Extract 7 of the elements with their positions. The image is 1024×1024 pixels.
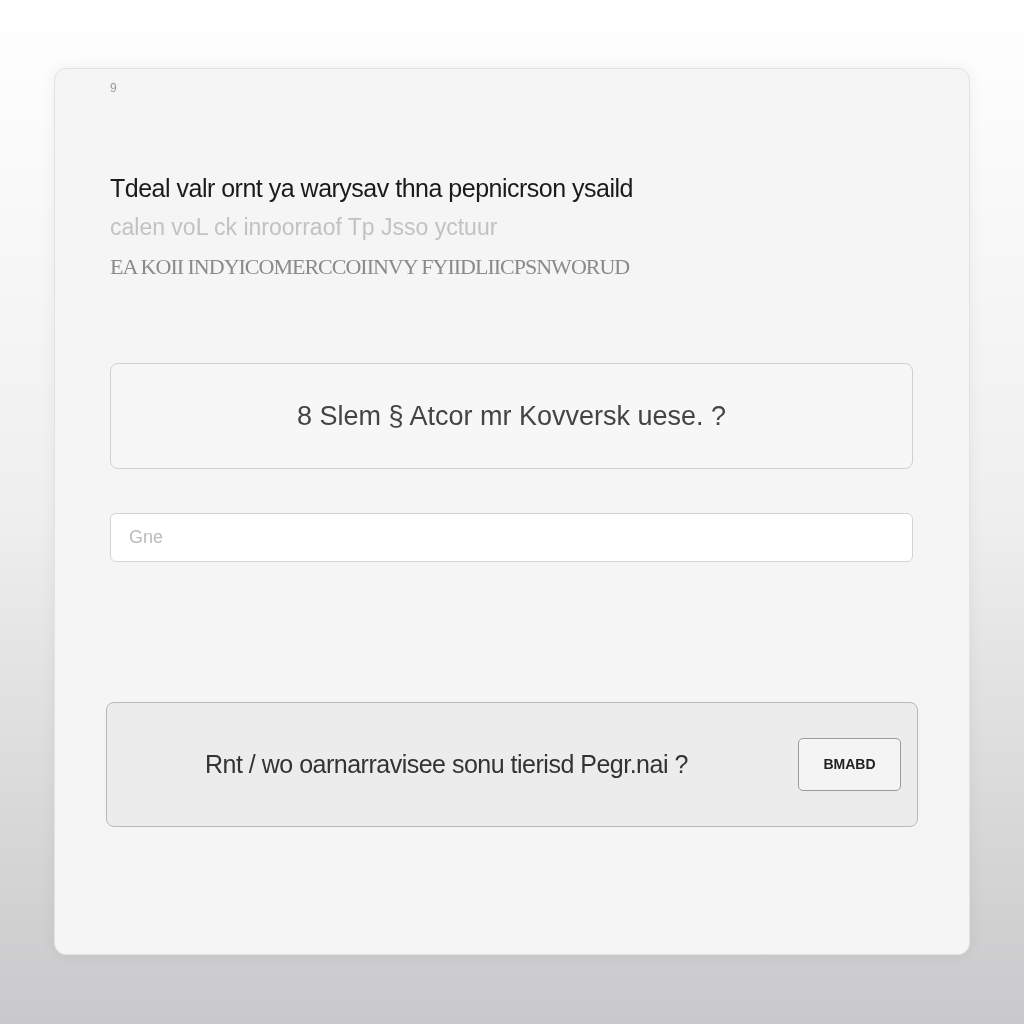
corner-mark: 9 xyxy=(110,80,117,97)
text-input[interactable]: Gne xyxy=(110,513,913,562)
action-text: Rnt / wo oarnarravisee sonu tierisd Pegr.nai ? xyxy=(205,748,688,780)
action-button[interactable]: BMABD xyxy=(798,738,901,791)
dialog-heading: Tdeal valr ornt ya warysav thna pepnicrson ysaild xyxy=(110,173,633,203)
caps-line: EA KOII INDYICOMERCCOIINVY FYIIDLIICPSNWORUD xyxy=(110,253,630,281)
prompt-text: 8 Slem § Atcor mr Kovversk uese. ? xyxy=(296,399,727,433)
